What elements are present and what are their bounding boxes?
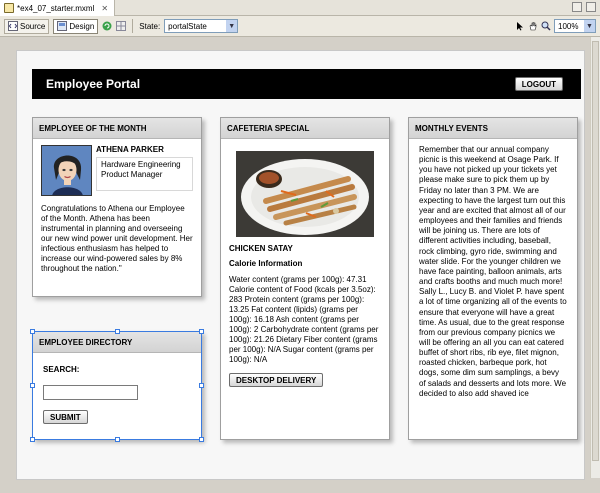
cafeteria-special-heading: CAFETERIA SPECIAL — [221, 118, 389, 139]
state-dropdown[interactable]: portalState ▼ — [164, 19, 239, 33]
employee-info-box: Hardware Engineering Product Manager — [96, 157, 193, 191]
editor-tab-label: *ex4_07_starter.mxml — [17, 3, 95, 13]
window-controls — [572, 2, 596, 12]
editor-tab-bar: *ex4_07_starter.mxml ✕ — [0, 0, 600, 16]
submit-button[interactable]: SUBMIT — [43, 410, 88, 424]
employee-blurb: Congratulations to Athena our Employee o… — [41, 204, 193, 273]
employee-department: Hardware Engineering — [101, 160, 181, 169]
employee-portrait-icon — [42, 146, 91, 195]
dish-name: CHICKEN SATAY — [229, 244, 293, 253]
design-toolbar: Source Design State: portalState ▼ 100% … — [0, 16, 600, 37]
design-button-label: Design — [69, 21, 95, 31]
employee-of-month-heading: EMPLOYEE OF THE MONTH — [33, 118, 201, 139]
chevron-down-icon: ▼ — [584, 20, 595, 32]
state-label: State: — [139, 21, 161, 31]
cafeteria-special-panel: CAFETERIA SPECIAL CHICKEN SATAY Calorie … — [220, 117, 390, 440]
calorie-info-text: Water content (grams per 100g): 47.31 Ca… — [229, 275, 379, 364]
source-button[interactable]: Source — [4, 18, 50, 34]
logout-button[interactable]: LOGOUT — [514, 77, 563, 91]
portal-header: Employee Portal LOGOUT — [32, 69, 581, 99]
chicken-satay-image — [236, 151, 374, 237]
vertical-scrollbar[interactable] — [590, 37, 600, 478]
calorie-info-heading: Calorie Information — [229, 259, 303, 268]
desktop-delivery-button[interactable]: DESKTOP DELIVERY — [229, 373, 324, 387]
employee-of-month-panel: EMPLOYEE OF THE MONTH ATHENA PARKER Hard… — [32, 117, 202, 297]
zoom-icon[interactable] — [541, 21, 551, 31]
search-label: SEARCH: — [43, 365, 80, 374]
minimize-icon[interactable] — [572, 2, 582, 12]
design-button[interactable]: Design — [53, 18, 99, 34]
close-tab-icon[interactable]: ✕ — [101, 4, 108, 13]
chevron-down-icon: ▼ — [226, 20, 238, 32]
state-dropdown-value: portalState — [168, 21, 207, 31]
source-icon — [8, 21, 18, 31]
employee-name: ATHENA PARKER — [96, 145, 164, 154]
scrollbar-thumb[interactable] — [592, 41, 599, 461]
employee-role: Product Manager — [101, 170, 163, 179]
search-input[interactable] — [43, 385, 138, 400]
zoom-value: 100% — [558, 21, 579, 31]
toolbar-separator — [132, 19, 134, 33]
zoom-dropdown[interactable]: 100% ▼ — [554, 19, 596, 33]
toolbar-right: 100% ▼ — [515, 19, 596, 33]
employee-directory-heading: EMPLOYEE DIRECTORY — [33, 332, 201, 353]
design-icon — [57, 21, 68, 31]
monthly-events-heading: MONTHLY EVENTS — [409, 118, 577, 139]
hand-icon[interactable] — [528, 21, 538, 31]
mxml-file-icon — [4, 3, 14, 13]
grid-icon[interactable] — [116, 21, 127, 31]
source-button-label: Source — [20, 21, 46, 31]
employee-directory-panel: EMPLOYEE DIRECTORY SEARCH: SUBMIT — [32, 331, 202, 440]
editor-tab[interactable]: *ex4_07_starter.mxml ✕ — [0, 0, 116, 16]
portal-title: Employee Portal — [46, 77, 141, 91]
employee-avatar — [41, 145, 92, 196]
monthly-events-text: Remember that our annual company picnic … — [419, 145, 567, 398]
maximize-icon[interactable] — [586, 2, 596, 12]
dish-photo — [236, 151, 374, 237]
refresh-icon[interactable] — [102, 21, 112, 31]
select-cursor-icon[interactable] — [515, 21, 525, 31]
monthly-events-panel: MONTHLY EVENTS Remember that our annual … — [408, 117, 578, 440]
